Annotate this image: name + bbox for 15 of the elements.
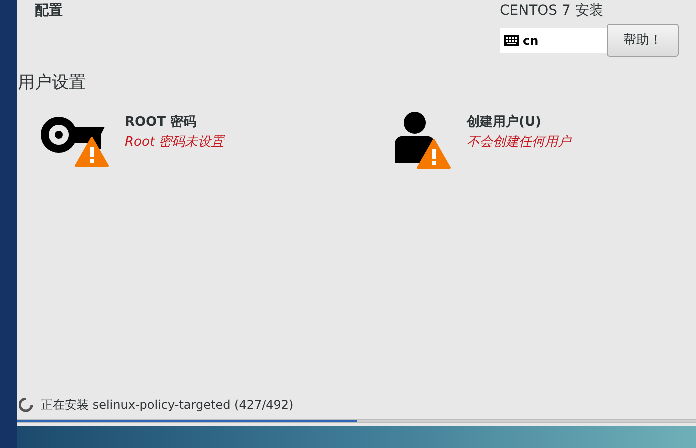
spoke-item[interactable]: ROOT 密码 Root 密码未设置 [17, 110, 377, 164]
spoke-status: Root 密码未设置 [125, 134, 224, 152]
help-button[interactable]: 帮助！ [607, 24, 679, 57]
spoke-title: 创建用户(U) [467, 114, 542, 132]
spoke-status: 不会创建任何用户 [467, 134, 571, 152]
section-title: 用户设置 [17, 72, 87, 95]
progress-message: 正在安装 selinux-policy-targeted (427/492) [41, 397, 294, 414]
spoke-item[interactable]: 创建用户(U) 不会创建任何用户 [377, 110, 696, 164]
page-title: 配置 [35, 2, 63, 21]
keyboard-layout-field[interactable]: cn [500, 28, 607, 53]
keyboard-icon [504, 35, 519, 46]
spoke-title: ROOT 密码 [125, 114, 198, 132]
keyboard-layout-label: cn [523, 32, 539, 50]
product-title: CENTOS 7 安装 [500, 2, 604, 21]
spinner-icon [19, 398, 33, 412]
